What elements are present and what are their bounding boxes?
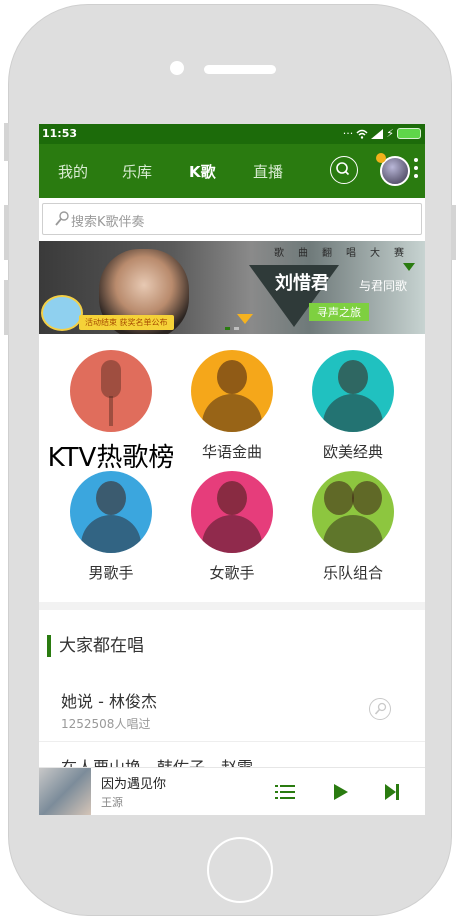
now-playing-artist: 王源	[101, 796, 123, 809]
banner-page-indicator	[225, 327, 239, 330]
song-list-item[interactable]: 她说 - 林俊杰 1252508人唱过	[61, 688, 401, 732]
banner-singer-name: 刘惜君	[275, 273, 329, 294]
category-label: 男歌手	[88, 564, 134, 582]
banner-headline-char: 翻	[322, 248, 332, 259]
mini-player[interactable]: 因为遇见你 王源	[39, 767, 425, 815]
banner-corner-arrow-icon	[403, 263, 415, 271]
microphone-icon	[70, 350, 152, 432]
tab-karaoke[interactable]: K歌	[189, 161, 216, 182]
song-name: 她说 - 林俊杰	[61, 692, 157, 711]
cell-signal-icon	[371, 128, 384, 139]
banner-headline-char: 赛	[394, 248, 404, 259]
mascot-icon	[41, 295, 83, 331]
category-label: 华语金曲	[201, 443, 262, 461]
promo-banner[interactable]: 歌 曲 翻 唱 大 赛 刘惜君 与君同歌 寻声之旅 活动结束 获奖名单公布	[39, 241, 425, 334]
category-ktv-hits[interactable]: KTV热歌榜	[48, 350, 174, 474]
category-western-classics[interactable]: 欧美经典	[298, 350, 408, 462]
now-playing-title: 因为遇见你	[101, 777, 167, 792]
side-key	[4, 280, 9, 335]
sing-count: 1252508人唱过	[61, 717, 151, 731]
play-icon[interactable]	[328, 780, 352, 804]
tab-mine[interactable]: 我的	[58, 161, 88, 182]
tab-live[interactable]: 直播	[253, 161, 283, 182]
search-input[interactable]: 搜索K歌伴奏	[42, 203, 422, 235]
category-label: 乐队组合	[322, 564, 383, 582]
banner-promo-text: 活动结束 获奖名单公布	[79, 315, 174, 330]
singer-photo-icon	[312, 350, 394, 432]
category-male-singers[interactable]: 男歌手	[56, 471, 166, 583]
category-female-singers[interactable]: 女歌手	[177, 471, 287, 583]
band-photo-icon	[312, 471, 394, 553]
banner-headline-char: 唱	[346, 248, 356, 259]
more-menu-icon[interactable]	[414, 158, 418, 182]
album-cover[interactable]	[39, 768, 91, 815]
section-divider	[39, 602, 425, 610]
more-signal-icon: ···	[342, 127, 354, 140]
category-label: 欧美经典	[322, 443, 383, 461]
app-screen: 11:53 ··· ⚡ 我的 乐库 K歌 直播 搜索K歌伴奏 歌 曲 翻 唱 大…	[39, 124, 425, 815]
volume-up-key	[4, 123, 9, 161]
status-icons: ··· ⚡	[343, 127, 421, 140]
tab-library[interactable]: 乐库	[122, 161, 152, 182]
banner-subtitle: 寻声之旅	[309, 303, 369, 321]
playlist-icon[interactable]	[273, 780, 297, 804]
status-time: 11:53	[42, 127, 78, 140]
sing-button[interactable]	[369, 698, 391, 720]
banner-arrow-icon	[237, 314, 253, 324]
category-bands[interactable]: 乐队组合	[298, 471, 408, 583]
volume-down-key	[4, 205, 9, 260]
power-key	[451, 205, 456, 260]
battery-icon	[397, 128, 421, 139]
status-bar: 11:53 ··· ⚡	[39, 124, 425, 144]
wifi-icon	[356, 129, 368, 139]
category-chinese-classics[interactable]: 华语金曲	[177, 350, 287, 462]
front-camera	[170, 61, 184, 75]
search-button[interactable]	[330, 156, 358, 184]
microphone-icon	[374, 702, 387, 715]
banner-headline: 歌 曲 翻 唱 大 赛	[274, 244, 404, 259]
search-placeholder: 搜索K歌伴奏	[71, 215, 145, 230]
banner-song-title: 与君同歌	[359, 279, 408, 293]
vip-badge-icon	[376, 153, 386, 163]
home-button[interactable]	[207, 837, 273, 903]
search-icon	[336, 162, 350, 176]
banner-headline-char: 曲	[298, 248, 308, 259]
top-navigation: 我的 乐库 K歌 直播	[39, 144, 425, 198]
microphone-search-icon	[55, 211, 69, 226]
singer-photo-icon	[191, 471, 273, 553]
singer-photo-icon	[191, 350, 273, 432]
earpiece-speaker	[204, 65, 276, 74]
banner-headline-char: 歌	[274, 248, 284, 259]
singer-photo-icon	[70, 471, 152, 553]
next-track-icon[interactable]	[380, 780, 404, 804]
section-title: 大家都在唱	[47, 635, 144, 657]
banner-headline-char: 大	[370, 248, 380, 259]
category-label: 女歌手	[209, 564, 255, 582]
row-divider	[39, 741, 425, 742]
charging-icon: ⚡	[386, 127, 394, 140]
